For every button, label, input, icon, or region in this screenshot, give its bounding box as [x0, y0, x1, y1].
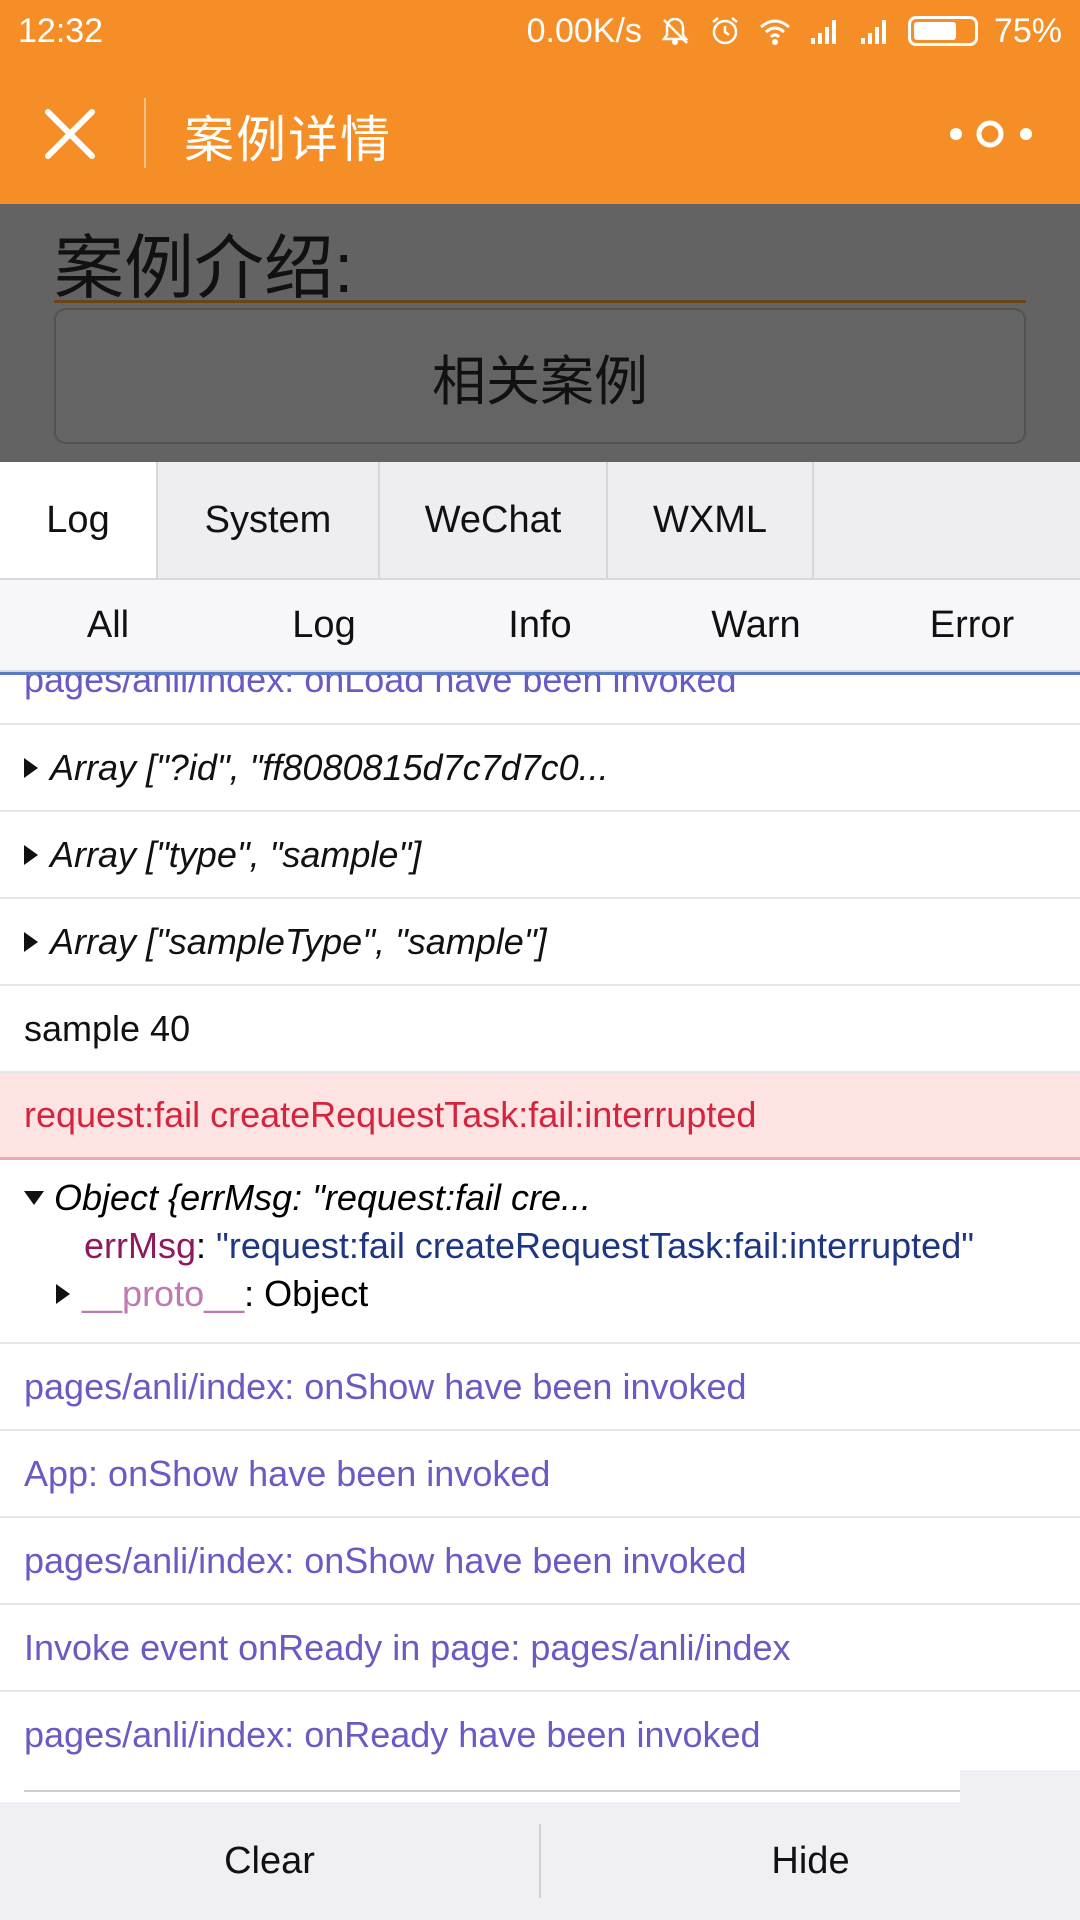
- log-row-array[interactable]: Array ["?id", "ff8080815d7c7d7c0...: [0, 725, 1080, 812]
- object-header[interactable]: Object {errMsg: "request:fail cre...: [24, 1174, 1056, 1222]
- status-right-group: 0.00K/s 75%: [527, 12, 1062, 51]
- clear-button[interactable]: Clear: [0, 1802, 539, 1920]
- status-bar: 12:32 0.00K/s 75%: [0, 0, 1080, 62]
- log-filter-tabs: All Log Info Warn Error: [0, 580, 1080, 672]
- alarm-icon: [712, 17, 738, 45]
- filter-info[interactable]: Info: [432, 580, 648, 670]
- console-toolbar: Clear Hide: [0, 1802, 1080, 1920]
- case-intro-heading: 案例介绍:: [54, 229, 354, 307]
- object-property: errMsg: "request:fail createRequestTask:…: [24, 1222, 1056, 1270]
- console-tabs: Log System WeChat WXML: [0, 462, 1080, 580]
- log-list[interactable]: pages/anli/index: onLoad have been invok…: [0, 672, 1080, 1770]
- log-text: pages/anli/index: onReady have been invo…: [24, 1713, 761, 1755]
- filter-error[interactable]: Error: [864, 580, 1080, 670]
- hide-button[interactable]: Hide: [541, 1802, 1080, 1920]
- status-time: 12:32: [18, 11, 104, 50]
- proto-value: Object: [264, 1273, 369, 1314]
- log-text: Array ["sampleType", "sample"]: [50, 920, 547, 962]
- page-content-dimmed: 案例介绍: 相关案例: [0, 204, 1080, 462]
- log-text: Invoke event onReady in page: pages/anli…: [24, 1626, 791, 1668]
- more-icon[interactable]: [944, 116, 1040, 152]
- log-row-info: pages/anli/index: onReady have been invo…: [0, 1692, 1080, 1770]
- log-row-info: Invoke event onReady in page: pages/anli…: [0, 1605, 1080, 1692]
- collapse-arrow-icon[interactable]: [24, 1191, 44, 1205]
- filter-warn[interactable]: Warn: [648, 580, 864, 670]
- expand-arrow-icon[interactable]: [24, 844, 38, 865]
- log-text: request:fail createRequestTask:fail:inte…: [24, 1094, 757, 1135]
- tab-wxml[interactable]: WXML: [608, 462, 814, 578]
- log-row-info: pages/anli/index: onShow have been invok…: [0, 1344, 1080, 1431]
- property-colon: :: [244, 1273, 255, 1314]
- tab-log[interactable]: Log: [0, 462, 158, 578]
- log-text: sample 40: [24, 1007, 191, 1049]
- property-value: "request:fail createRequestTask:fail:int…: [216, 1225, 974, 1266]
- filter-log[interactable]: Log: [216, 580, 432, 670]
- signal-icon: [810, 20, 836, 44]
- battery-fill: [913, 22, 956, 40]
- nav-bar: 案例详情: [0, 62, 1080, 204]
- page-title: 案例详情: [184, 112, 392, 168]
- log-text: pages/anli/index: onShow have been invok…: [24, 1365, 747, 1407]
- log-row-array[interactable]: Array ["sampleType", "sample"]: [0, 899, 1080, 986]
- proto-key: __proto__: [82, 1273, 245, 1314]
- battery-icon: [907, 16, 978, 46]
- expand-arrow-icon[interactable]: [24, 757, 38, 778]
- property-key: errMsg: [84, 1225, 197, 1266]
- property-colon: :: [196, 1225, 207, 1266]
- expand-arrow-icon[interactable]: [56, 1284, 70, 1304]
- filter-all[interactable]: All: [0, 580, 216, 670]
- net-speed: 0.00K/s: [526, 11, 642, 50]
- related-cases-button[interactable]: 相关案例: [54, 308, 1026, 444]
- log-text: Array ["?id", "ff8080815d7c7d7c0...: [50, 746, 609, 788]
- expand-arrow-icon[interactable]: [24, 931, 38, 952]
- log-row-info: pages/anli/index: onShow have been invok…: [0, 1518, 1080, 1605]
- battery-percent: 75%: [993, 11, 1062, 50]
- heading-underline: [54, 300, 1026, 303]
- signal-icon: [860, 20, 886, 44]
- log-row-array[interactable]: Array ["type", "sample"]: [0, 812, 1080, 899]
- log-row-info: App: onShow have been invoked: [0, 1431, 1080, 1518]
- log-text: Array ["type", "sample"]: [50, 833, 422, 875]
- log-row-plain: sample 40: [0, 986, 1080, 1073]
- log-row-object-expanded[interactable]: Object {errMsg: "request:fail cre... err…: [0, 1160, 1080, 1344]
- log-row-error: request:fail createRequestTask:fail:inte…: [0, 1073, 1080, 1160]
- wifi-icon: [759, 19, 790, 45]
- nav-divider: [144, 98, 146, 168]
- bell-off-icon: [661, 17, 689, 45]
- log-text: pages/anli/index: onShow have been invok…: [24, 1539, 747, 1581]
- tab-wechat[interactable]: WeChat: [380, 462, 608, 578]
- log-text: App: onShow have been invoked: [24, 1452, 551, 1494]
- tab-system[interactable]: System: [158, 462, 380, 578]
- debug-console-panel: Log System WeChat WXML All Log Info Warn…: [0, 462, 1080, 1920]
- log-text: pages/anli/index: onLoad have been invok…: [24, 672, 737, 700]
- input-divider: [24, 1790, 964, 1792]
- object-proto[interactable]: __proto__: Object: [24, 1270, 1056, 1318]
- close-icon[interactable]: [40, 104, 100, 164]
- log-row-info: pages/anli/index: onLoad have been invok…: [0, 672, 1080, 725]
- object-summary: Object {errMsg: "request:fail cre...: [54, 1177, 591, 1218]
